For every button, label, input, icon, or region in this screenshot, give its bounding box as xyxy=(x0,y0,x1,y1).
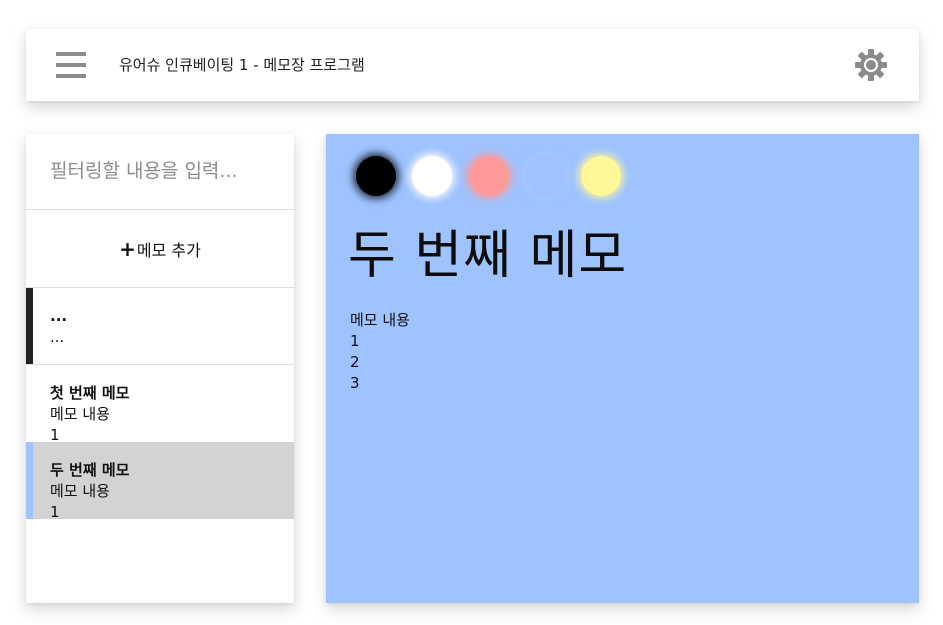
memo-item-preview: 메모 내용 1 xyxy=(50,482,110,519)
color-swatch-blue[interactable] xyxy=(525,156,565,196)
memo-color-bar xyxy=(26,365,33,442)
add-memo-button[interactable]: + 메모 추가 xyxy=(26,210,294,288)
memo-editor: 두 번째 메모 메모 내용 1 2 3 xyxy=(326,134,919,603)
filter-input[interactable] xyxy=(50,156,270,186)
memo-list-item[interactable]: ... ... xyxy=(26,288,294,365)
hamburger-menu-icon[interactable] xyxy=(56,52,86,78)
filter-row xyxy=(26,134,294,210)
color-swatch-black[interactable] xyxy=(356,156,396,196)
memo-list-item-selected[interactable]: 두 번째 메모 메모 내용 1 xyxy=(26,442,294,519)
color-swatch-yellow[interactable] xyxy=(581,156,621,196)
color-swatch-red[interactable] xyxy=(469,156,509,196)
memo-item-title: ... xyxy=(50,307,68,325)
memo-color-bar xyxy=(26,288,33,364)
memo-item-preview: 메모 내용 1 xyxy=(50,405,110,442)
memo-color-bar xyxy=(26,442,33,519)
memo-item-title: 두 번째 메모 xyxy=(50,461,130,479)
memo-list-item[interactable]: 첫 번째 메모 메모 내용 1 xyxy=(26,365,294,442)
memo-title[interactable]: 두 번째 메모 xyxy=(348,224,627,288)
memo-body[interactable]: 메모 내용 1 2 3 xyxy=(350,310,410,394)
add-memo-label: 메모 추가 xyxy=(136,240,201,260)
memo-item-preview: ... xyxy=(50,328,65,346)
app-title: 유어슈 인큐베이팅 1 - 메모장 프로그램 xyxy=(119,56,365,74)
app-header: 유어슈 인큐베이팅 1 - 메모장 프로그램 xyxy=(26,29,919,101)
color-swatch-white[interactable] xyxy=(412,156,452,196)
gear-icon[interactable] xyxy=(854,48,888,82)
memo-sidebar: + 메모 추가 ... ... 첫 번째 메모 메모 내용 1 두 번째 메모 … xyxy=(26,134,294,603)
memo-item-title: 첫 번째 메모 xyxy=(50,384,130,402)
plus-icon: + xyxy=(119,236,136,261)
